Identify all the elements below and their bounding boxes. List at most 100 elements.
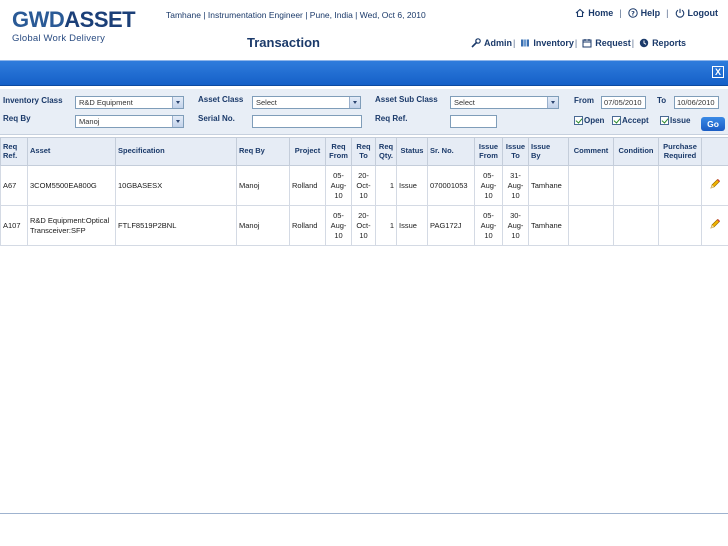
issue-checkbox[interactable]: Issue	[660, 116, 690, 125]
cell-status: Issue	[396, 205, 428, 246]
cell-project: Rolland	[289, 205, 326, 246]
sub-nav: Admin | Inventory | Request | Reports	[471, 38, 686, 48]
nav-logout-label: Logout	[687, 8, 719, 18]
to-date-input[interactable]: 10/06/2010	[674, 96, 719, 109]
accept-checkbox[interactable]: Accept	[612, 116, 649, 125]
go-button[interactable]: Go	[701, 117, 725, 131]
cell-issue-by: Tamhane	[528, 205, 569, 246]
cell-issue-from: 05- Aug- 10	[474, 165, 503, 206]
checkbox-checked-icon	[660, 116, 669, 125]
nav-inventory[interactable]: Inventory	[520, 38, 574, 48]
nav-inventory-label: Inventory	[533, 38, 574, 48]
table-header-row: Req Ref. Asset Specification Req By Proje…	[0, 137, 728, 166]
from-date-input[interactable]: 07/05/2010	[601, 96, 646, 109]
home-icon	[575, 8, 585, 18]
to-label: To	[657, 96, 667, 105]
logo-text: GWDASSET	[12, 7, 136, 32]
cell-asset: 3COM5500EA800G	[27, 165, 116, 206]
asset-sub-class-select[interactable]: Select	[450, 96, 559, 109]
nav-request[interactable]: Request	[582, 38, 631, 48]
user-info: Tamhane | Instrumentation Engineer | Pun…	[166, 10, 426, 20]
asset-sub-class-label: Asset Sub Class	[375, 95, 438, 104]
nav-home-label: Home	[588, 8, 614, 18]
table-row[interactable]: A67 3COM5500EA800G 10GBASESX Manoj Rolla…	[0, 165, 728, 206]
req-by-label: Req By	[3, 114, 31, 123]
help-icon: ?	[627, 8, 638, 18]
cell-purchase-required	[658, 205, 702, 246]
reports-icon	[639, 38, 649, 48]
open-checkbox-label: Open	[584, 116, 605, 125]
col-issue-from: Issue From	[474, 137, 503, 166]
asset-class-value: Select	[256, 98, 277, 107]
chevron-down-icon	[349, 97, 360, 108]
inventory-class-label: Inventory Class	[3, 96, 63, 105]
cell-specification: 10GBASESX	[115, 165, 237, 206]
table-row[interactable]: A107 R&D Equipment:Optical Transceiver:S…	[0, 205, 728, 246]
cell-req-ref: A67	[0, 165, 28, 206]
nav-reports[interactable]: Reports	[639, 38, 686, 48]
chevron-down-icon	[172, 97, 183, 108]
cell-status: Issue	[396, 165, 428, 206]
from-label: From	[574, 96, 594, 105]
page-title: Transaction	[247, 35, 320, 50]
nav-separator: |	[574, 38, 578, 48]
cell-req-by: Manoj	[236, 165, 290, 206]
cell-issue-to: 30- Aug- 10	[502, 205, 529, 246]
req-by-value: Manoj	[79, 117, 100, 126]
req-ref-label: Req Ref.	[375, 114, 408, 123]
serial-no-label: Serial No.	[198, 114, 235, 123]
req-ref-input[interactable]	[450, 115, 497, 128]
cell-req-to: 20- Oct- 10	[351, 165, 376, 206]
nav-home[interactable]: Home	[575, 8, 613, 18]
logo-gwd: GWD	[12, 7, 65, 32]
nav-logout[interactable]: Logout	[675, 8, 719, 18]
close-icon[interactable]: X	[712, 66, 724, 78]
cell-sr-no: PAG172J	[427, 205, 475, 246]
cell-issue-to: 31- Aug- 10	[502, 165, 529, 206]
asset-class-select[interactable]: Select	[252, 96, 361, 109]
cell-comment	[568, 165, 614, 206]
inventory-icon	[521, 39, 530, 47]
cell-req-by: Manoj	[236, 205, 290, 246]
open-checkbox[interactable]: Open	[574, 116, 604, 125]
req-by-select[interactable]: Manoj	[75, 115, 184, 128]
admin-icon	[471, 38, 481, 48]
col-asset: Asset	[27, 137, 116, 166]
asset-class-label: Asset Class	[198, 95, 244, 104]
svg-text:?: ?	[631, 9, 635, 17]
col-project: Project	[289, 137, 326, 166]
cell-req-ref: A107	[0, 205, 28, 246]
footer-divider	[0, 513, 728, 514]
nav-separator: |	[666, 8, 669, 18]
col-issue-by: Issue By	[528, 137, 569, 166]
checkbox-checked-icon	[612, 116, 621, 125]
col-req-from: Req From	[325, 137, 352, 166]
cell-req-to: 20- Oct- 10	[351, 205, 376, 246]
logo-subtitle: Global Work Delivery	[12, 33, 106, 44]
serial-no-input[interactable]	[252, 115, 362, 128]
pencil-icon[interactable]	[709, 218, 721, 230]
cell-req-qty: 1	[375, 205, 397, 246]
inventory-class-value: R&D Equipment	[79, 98, 133, 107]
col-req-to: Req To	[351, 137, 376, 166]
asset-sub-class-value: Select	[454, 98, 475, 107]
nav-request-label: Request	[595, 38, 631, 48]
col-condition: Condition	[613, 137, 659, 166]
nav-separator: |	[619, 8, 622, 18]
cell-req-qty: 1	[375, 165, 397, 206]
filter-panel: Inventory Class R&D Equipment Asset Clas…	[0, 89, 728, 135]
accept-checkbox-label: Accept	[622, 116, 649, 125]
cell-comment	[568, 205, 614, 246]
nav-separator: |	[631, 38, 635, 48]
col-specification: Specification	[115, 137, 237, 166]
inventory-class-select[interactable]: R&D Equipment	[75, 96, 184, 109]
col-issue-to: Issue To	[502, 137, 529, 166]
col-edit	[701, 137, 728, 166]
pencil-icon[interactable]	[709, 178, 721, 190]
col-status: Status	[396, 137, 428, 166]
nav-separator: |	[513, 38, 516, 48]
nav-reports-label: Reports	[652, 38, 687, 48]
request-icon	[582, 39, 592, 48]
nav-admin[interactable]: Admin	[471, 38, 512, 48]
nav-help[interactable]: ? Help	[627, 8, 660, 18]
